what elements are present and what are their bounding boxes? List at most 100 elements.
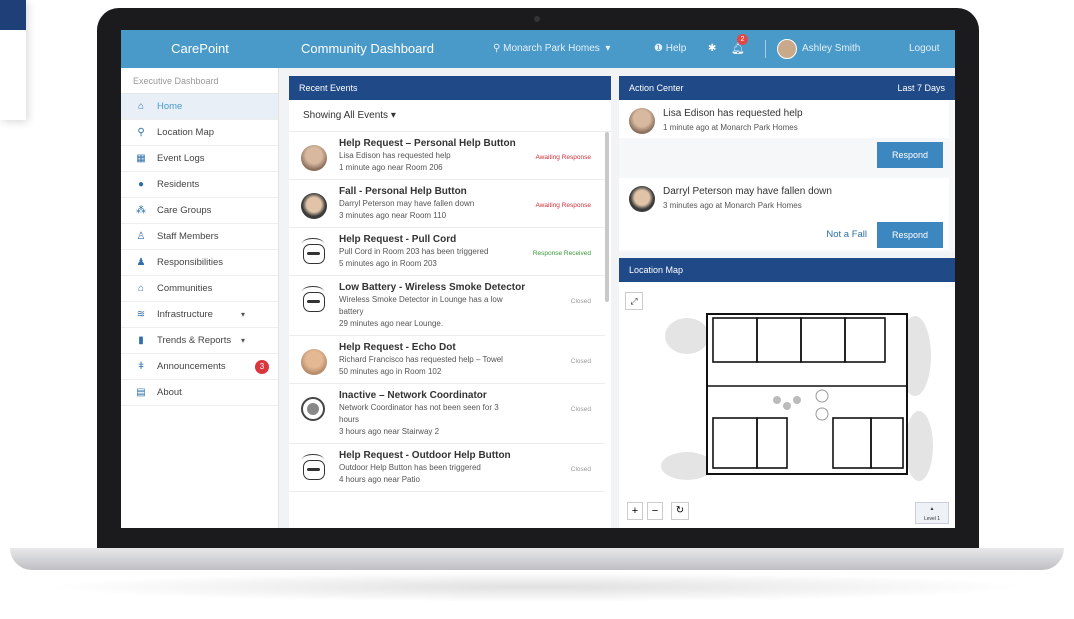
location-label: Monarch Park Homes <box>503 43 600 54</box>
action-time: 3 minutes ago at Monarch Park Homes <box>663 201 802 210</box>
event-description: Richard Francisco has requested help – T… <box>339 355 503 364</box>
recent-events-header: Recent Events <box>289 76 611 100</box>
status-badge: Awaiting Response <box>535 202 591 209</box>
sidebar-item-about[interactable]: ▤ About <box>121 380 278 406</box>
pull-cord-icon <box>302 238 325 264</box>
recent-events-panel: Recent Events Showing All Events ▾ Help … <box>289 76 611 528</box>
community-icon: ⌂ <box>137 283 145 294</box>
action-center-panel: Action Center Last 7 Days Lisa Edison has… <box>619 76 955 252</box>
event-title: Help Request - Outdoor Help Button <box>339 450 511 461</box>
announcements-badge: 3 <box>255 360 269 374</box>
status-badge: Closed <box>570 298 591 305</box>
sidebar-item-home[interactable]: ⌂ Home <box>121 94 278 120</box>
status-badge: Closed <box>570 406 591 413</box>
map-pin-icon: ⚲ <box>493 43 504 54</box>
info-icon: ▤ <box>136 387 146 398</box>
list-item[interactable]: Help Request - Echo Dot Richard Francisc… <box>289 336 605 384</box>
event-title: Help Request - Pull Cord <box>339 234 457 245</box>
level-selector[interactable]: ▲ Level 1 <box>915 502 949 524</box>
list-item[interactable]: Fall - Personal Help Button Darryl Peter… <box>289 180 605 228</box>
event-description: Darryl Peterson may have fallen down <box>339 199 475 208</box>
list-item[interactable]: Low Battery - Wireless Smoke Detector Wi… <box>289 276 605 336</box>
respond-button[interactable]: Respond <box>877 142 943 168</box>
events-filter-dropdown[interactable]: Showing All Events ▾ <box>289 100 611 132</box>
sidebar-item-announcements[interactable]: ǂ Announcements 3 <box>121 354 278 380</box>
location-map-panel: Location Map ⤢ + − ↻ ▲ Level 1 <box>619 258 955 528</box>
brand-logo[interactable]: CarePoint <box>121 30 279 68</box>
smoke-detector-icon <box>302 286 325 312</box>
events-scrollbar[interactable] <box>605 132 609 302</box>
chevron-down-icon[interactable]: ▾ <box>241 328 245 354</box>
user-name[interactable]: Ashley Smith <box>802 30 860 68</box>
action-center-header: Action Center Last 7 Days <box>619 76 955 100</box>
sidebar-item-residents[interactable]: ● Residents <box>121 172 278 198</box>
sidebar-item-communities[interactable]: ⌂ Communities <box>121 276 278 302</box>
sidebar-item-responsibilities[interactable]: ♟ Responsibilities <box>121 250 278 276</box>
responsibilities-icon: ♟ <box>136 257 146 268</box>
resident-avatar <box>301 349 327 375</box>
event-time: 29 minutes ago near Lounge. <box>339 319 444 328</box>
status-badge: Awaiting Response <box>535 154 591 161</box>
event-time: 3 minutes ago near Room 110 <box>339 211 447 220</box>
sidebar-item-infrastructure[interactable]: ≋ Infrastructure ▾ <box>121 302 278 328</box>
log-icon: ▦ <box>136 153 146 164</box>
event-description: Network Coordinator has not been seen fo… <box>339 403 499 424</box>
floor-plan[interactable] <box>647 296 947 496</box>
sidebar-header[interactable]: Executive Dashboard <box>121 68 278 94</box>
sidebar-item-event-logs[interactable]: ▦ Event Logs <box>121 146 278 172</box>
staff-icon: ♙ <box>136 231 146 242</box>
respond-button[interactable]: Respond <box>877 222 943 248</box>
status-badge: Closed <box>570 358 591 365</box>
resident-avatar <box>629 186 655 212</box>
sidebar-item-location-map[interactable]: ⚲ Location Map <box>121 120 278 146</box>
sidebar-item-trends-reports[interactable]: ▮ Trends & Reports ▾ <box>121 328 278 354</box>
location-map-header: Location Map <box>619 258 955 282</box>
info-icon: ❶ <box>654 43 666 54</box>
zoom-in-button[interactable]: + <box>627 502 643 520</box>
refresh-icon[interactable]: ↻ <box>671 502 689 520</box>
top-nav: CarePoint Community Dashboard ⚲ Monarch … <box>121 30 955 68</box>
action-message: Lisa Edison has requested help <box>663 108 803 119</box>
resident-avatar <box>301 193 327 219</box>
action-card: Lisa Edison has requested help 1 minute … <box>619 100 949 138</box>
event-time: 5 minutes ago in Room 203 <box>339 259 437 268</box>
wifi-icon: ≋ <box>136 309 146 320</box>
sidebar-item-label: Staff Members <box>157 231 219 242</box>
camera-icon <box>534 16 540 22</box>
event-description: Outdoor Help Button has been triggered <box>339 463 481 472</box>
list-item[interactable]: Help Request - Outdoor Help Button Outdo… <box>289 444 605 492</box>
event-title: Help Request – Personal Help Button <box>339 138 516 149</box>
gear-icon[interactable]: ✱ <box>708 30 716 68</box>
sidebar-item-care-groups[interactable]: ⁂ Care Groups <box>121 198 278 224</box>
caret-down-icon: ▾ <box>388 110 396 121</box>
action-message: Darryl Peterson may have fallen down <box>663 186 832 197</box>
sidebar-item-staff-members[interactable]: ♙ Staff Members <box>121 224 278 250</box>
event-time: 3 hours ago near Stairway 2 <box>339 427 440 436</box>
resident-avatar <box>301 145 327 171</box>
help-link[interactable]: ❶ Help <box>654 30 686 68</box>
action-center-title: Action Center <box>629 83 684 93</box>
list-item[interactable]: Help Request – Personal Help Button Lisa… <box>289 132 605 180</box>
location-selector[interactable]: ⚲ Monarch Park Homes ▾ <box>493 30 610 68</box>
event-description: Lisa Edison has requested help <box>339 151 451 160</box>
event-title: Fall - Personal Help Button <box>339 186 467 197</box>
sidebar-item-label: Responsibilities <box>157 257 224 268</box>
avatar[interactable] <box>777 39 797 59</box>
page-title: Community Dashboard <box>301 41 434 56</box>
expand-icon[interactable]: ⤢ <box>625 292 643 310</box>
sidebar-item-label: Announcements <box>157 361 226 372</box>
notification-badge: 2 <box>737 34 748 45</box>
bar-chart-icon: ▮ <box>138 335 144 346</box>
logout-link[interactable]: Logout <box>909 30 940 68</box>
chevron-down-icon[interactable]: ▾ <box>241 302 245 328</box>
date-range-filter[interactable]: Last 7 Days <box>897 76 945 100</box>
sidebar-item-label: Care Groups <box>157 205 212 216</box>
list-item[interactable]: Help Request - Pull Cord Pull Cord in Ro… <box>289 228 605 276</box>
list-item[interactable]: Inactive – Network Coordinator Network C… <box>289 384 605 444</box>
help-button-icon <box>302 454 325 480</box>
zoom-out-button[interactable]: − <box>647 502 663 520</box>
event-time: 4 hours ago near Patio <box>339 475 420 484</box>
not-a-fall-button[interactable]: Not a Fall <box>826 222 867 248</box>
person-icon: ● <box>137 179 145 190</box>
event-title: Inactive – Network Coordinator <box>339 390 487 401</box>
